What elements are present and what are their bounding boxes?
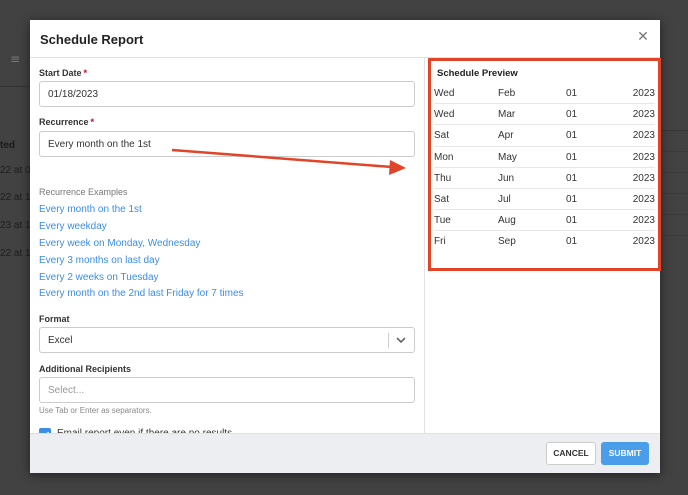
preview-month: Sep — [498, 236, 516, 248]
preview-month: Aug — [498, 215, 516, 227]
recurrence-example-link[interactable]: Every 2 weeks on Tuesday — [39, 272, 159, 283]
preview-day: Tue — [434, 215, 451, 227]
preview-year: 2023 — [632, 151, 655, 163]
schedule-form: Start Date * 01/18/2023 Recurrence * Every… — [30, 58, 424, 440]
background-column-header: ted — [0, 140, 15, 151]
preview-month: Feb — [498, 88, 516, 99]
preview-year: 2023 — [632, 172, 655, 184]
recipients-helper-text: Use Tab or Enter as separators. — [39, 406, 152, 415]
recipients-label: Additional Recipients — [39, 364, 132, 374]
preview-day: Wed — [434, 88, 455, 99]
preview-year: 2023 — [632, 130, 655, 142]
preview-year: 2023 — [632, 193, 655, 205]
format-label: Format — [39, 314, 70, 324]
preview-row: Fri Sep 01 2023 — [434, 231, 655, 252]
background-row: 23 at 1 — [0, 220, 31, 231]
preview-row: Wed Feb 01 2023 — [434, 83, 655, 105]
preview-row: Sat Jul 01 2023 — [434, 189, 655, 211]
chevron-down-icon[interactable] — [395, 333, 407, 347]
background-divider — [0, 86, 30, 87]
preview-date: 01 — [566, 215, 578, 227]
preview-highlight-box: Schedule Preview Wed Feb 01 2023 Wed Mar 01 20… — [428, 58, 661, 271]
preview-day: Mon — [434, 151, 454, 163]
recurrence-label: Recurrence * — [39, 117, 95, 127]
recurrence-example-link[interactable]: Every month on the 2nd last Friday for 7… — [39, 288, 244, 299]
preview-month: Jun — [498, 172, 515, 184]
recurrence-example-link[interactable]: Every week on Monday, Wednesday — [39, 238, 200, 249]
preview-month: Jul — [498, 193, 511, 205]
start-date-input[interactable]: 01/18/2023 — [39, 81, 415, 107]
preview-day: Thu — [434, 172, 452, 184]
recurrence-examples-title: Recurrence Examples — [39, 187, 128, 197]
preview-row: Wed Mar 01 2023 — [434, 104, 655, 126]
recurrence-example-link[interactable]: Every 3 months on last day — [39, 255, 160, 266]
preview-title: Schedule Preview — [437, 68, 518, 79]
preview-date: 01 — [566, 109, 578, 121]
preview-year: 2023 — [632, 215, 655, 227]
preview-day: Fri — [434, 236, 446, 248]
menu-icon: ≡ — [10, 52, 21, 66]
preview-day: Sat — [434, 130, 450, 142]
required-mark: * — [83, 68, 88, 78]
close-icon[interactable]: ✕ — [635, 29, 651, 45]
preview-table: Wed Feb 01 2023 Wed Mar 01 2023 Sat Apr 01 2023 M… — [434, 83, 655, 253]
recurrence-example-link[interactable]: Every weekday — [39, 221, 107, 232]
modal-title: Schedule Report — [40, 32, 144, 47]
preview-year: 2023 — [632, 88, 655, 99]
preview-month: Mar — [498, 109, 516, 121]
modal-footer: CANCEL SUBMIT — [30, 433, 660, 473]
preview-month: May — [498, 151, 517, 163]
modal-header: Schedule Report ✕ — [30, 20, 660, 58]
preview-date: 01 — [566, 193, 578, 205]
background-table-edge — [660, 130, 688, 250]
format-selected-value: Excel — [48, 335, 73, 346]
preview-date: 01 — [566, 151, 578, 163]
preview-year: 2023 — [632, 236, 655, 248]
preview-row: Tue Aug 01 2023 — [434, 210, 655, 232]
preview-date: 01 — [566, 236, 578, 248]
select-separator — [388, 333, 389, 348]
preview-date: 01 — [566, 88, 578, 99]
preview-day: Wed — [434, 109, 455, 121]
preview-row: Sat Apr 01 2023 — [434, 125, 655, 147]
preview-row: Thu Jun 01 2023 — [434, 168, 655, 189]
recurrence-input[interactable]: Every month on the 1st — [39, 131, 415, 157]
cancel-button[interactable]: CANCEL — [546, 442, 596, 465]
format-select[interactable]: Excel — [39, 327, 415, 353]
schedule-preview-panel: Schedule Preview Wed Feb 01 2023 Wed Mar 01 20… — [424, 58, 661, 433]
preview-date: 01 — [566, 130, 578, 142]
required-mark: * — [90, 117, 95, 127]
preview-day: Sat — [434, 193, 450, 205]
schedule-report-modal: Schedule Report ✕ Start Date * 01/18/2023… — [30, 20, 661, 473]
start-date-label: Start Date * — [39, 68, 88, 78]
preview-row: Mon May 01 2023 — [434, 147, 655, 168]
recurrence-example-link[interactable]: Every month on the 1st — [39, 204, 142, 215]
recipients-input[interactable]: Select... — [39, 377, 415, 403]
preview-month: Apr — [498, 130, 514, 142]
preview-year: 2023 — [632, 109, 655, 121]
submit-button[interactable]: SUBMIT — [601, 442, 649, 465]
preview-date: 01 — [566, 172, 578, 184]
